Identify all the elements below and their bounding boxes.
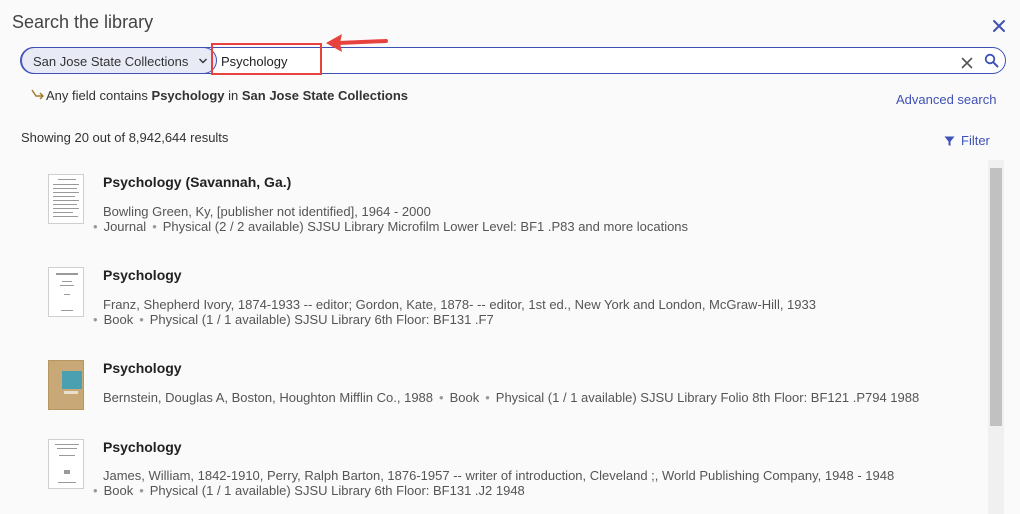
result-title[interactable]: Psychology (Savannah, Ga.) xyxy=(103,174,291,190)
query-arrow-icon xyxy=(31,89,44,100)
result-title[interactable]: Psychology xyxy=(103,267,182,283)
search-input[interactable] xyxy=(221,51,921,71)
result-type: Book xyxy=(103,312,134,327)
scope-select[interactable]: San Jose State Collections xyxy=(21,47,217,74)
filter-icon xyxy=(944,136,955,146)
result-type: Book xyxy=(103,483,134,498)
result-availability[interactable]: Physical (1 / 1 available) SJSU Library … xyxy=(150,483,525,498)
query-summary-prefix: Any field contains xyxy=(46,88,148,103)
filter-button[interactable]: Filter xyxy=(944,133,990,148)
results-list: Psychology (Savannah, Ga.) Bowling Green… xyxy=(0,160,988,514)
chevron-down-icon xyxy=(199,58,207,64)
close-icon xyxy=(993,20,1005,32)
page-title: Search the library xyxy=(12,12,154,32)
result-thumbnail xyxy=(48,360,84,410)
query-summary-in: in xyxy=(228,88,239,103)
result-publication: Bowling Green, Ky, [publisher not identi… xyxy=(103,204,431,219)
result-thumbnail xyxy=(48,439,84,489)
scope-select-label: San Jose State Collections xyxy=(33,54,189,69)
result-thumbnail xyxy=(48,174,84,224)
results-scrollbar[interactable] xyxy=(988,160,1004,514)
annotation-arrow-icon xyxy=(326,34,388,52)
result-type: Journal xyxy=(103,219,147,234)
result-availability[interactable]: Physical (2 / 2 available) SJSU Library … xyxy=(163,219,688,234)
search-button[interactable] xyxy=(984,53,999,68)
result-title[interactable]: Psychology xyxy=(103,360,182,376)
search-bar: San Jose State Collections xyxy=(20,47,1006,74)
search-icon xyxy=(984,53,999,68)
result-publication: James, William, 1842-1910, Perry, Ralph … xyxy=(103,468,895,483)
result-publication: Bernstein, Douglas A, Boston, Houghton M… xyxy=(103,390,434,405)
filter-label: Filter xyxy=(961,133,990,148)
close-button[interactable] xyxy=(990,17,1008,35)
result-availability[interactable]: Physical (1 / 1 available) SJSU Library … xyxy=(496,390,919,405)
result-publication: Franz, Shepherd Ivory, 1874-1933 -- edit… xyxy=(103,297,816,312)
scrollbar-thumb[interactable] xyxy=(990,168,1002,426)
result-thumbnail xyxy=(48,267,84,317)
result-availability[interactable]: Physical (1 / 1 available) SJSU Library … xyxy=(150,312,494,327)
result-type: Book xyxy=(449,390,480,405)
query-summary-term: Psychology xyxy=(151,88,225,103)
result-title[interactable]: Psychology xyxy=(103,439,182,455)
clear-search-button[interactable] xyxy=(961,56,973,69)
query-summary: Any field contains Psychology in San Jos… xyxy=(30,88,408,103)
clear-icon xyxy=(961,57,973,69)
annotation-highlight-box xyxy=(211,43,322,75)
results-count: Showing 20 out of 8,942,644 results xyxy=(21,130,229,145)
advanced-search-link[interactable]: Advanced search xyxy=(896,92,996,107)
query-summary-scope: San Jose State Collections xyxy=(241,88,409,103)
